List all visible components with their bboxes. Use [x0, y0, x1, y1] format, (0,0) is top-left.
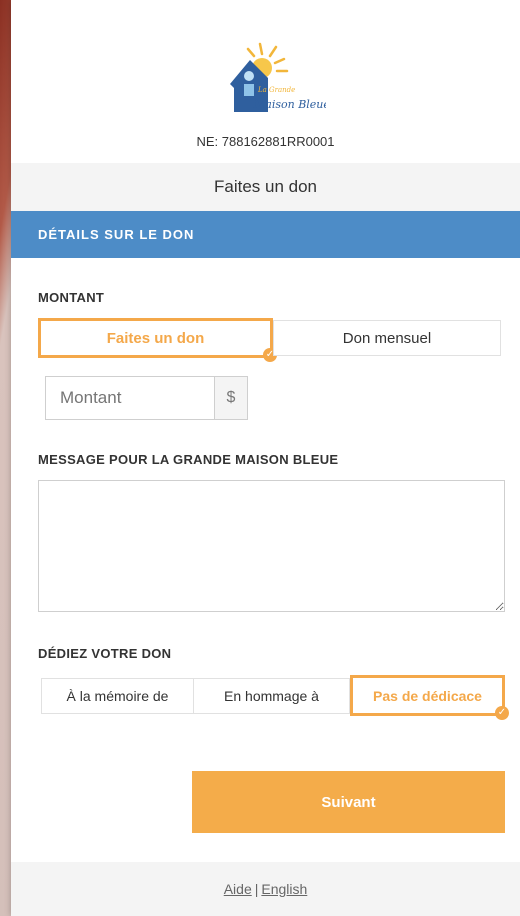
amount-input[interactable] — [46, 377, 214, 419]
next-button[interactable]: Suivant — [192, 771, 505, 833]
footer-separator: | — [254, 881, 259, 897]
dedication-label: DÉDIEZ VOTRE DON — [38, 646, 172, 661]
language-link[interactable]: English — [261, 881, 307, 897]
message-label: MESSAGE POUR LA GRANDE MAISON BLEUE — [38, 452, 339, 467]
amount-field: $ — [45, 376, 248, 420]
monthly-donation-option[interactable]: Don mensuel — [273, 320, 501, 356]
message-textarea[interactable] — [38, 480, 505, 612]
logo-area: La Grande Maison Bleue — [11, 40, 520, 120]
logo-text-line2: Maison Bleue — [253, 98, 326, 111]
one-time-donation-option[interactable]: Faites un don — [38, 318, 273, 358]
section-header: DÉTAILS SUR LE DON — [11, 211, 520, 258]
help-link[interactable]: Aide — [224, 881, 252, 897]
footer: Aide | English — [11, 862, 520, 916]
dedication-memory-option[interactable]: À la mémoire de — [41, 678, 194, 714]
checkmark-icon: ✓ — [495, 706, 509, 720]
organization-logo: La Grande Maison Bleue — [230, 42, 326, 112]
amount-label: MONTANT — [38, 290, 105, 305]
dedication-tribute-option[interactable]: En hommage à — [193, 678, 350, 714]
logo-text-line1: La Grande — [257, 86, 295, 94]
page-title: Faites un don — [11, 163, 520, 211]
currency-addon: $ — [214, 377, 247, 419]
registration-number: NE: 788162881RR0001 — [196, 134, 335, 149]
donation-form-card: La Grande Maison Bleue NE: 788162881RR00… — [11, 0, 520, 916]
no-dedication-option[interactable]: Pas de dédicace — [350, 675, 505, 716]
